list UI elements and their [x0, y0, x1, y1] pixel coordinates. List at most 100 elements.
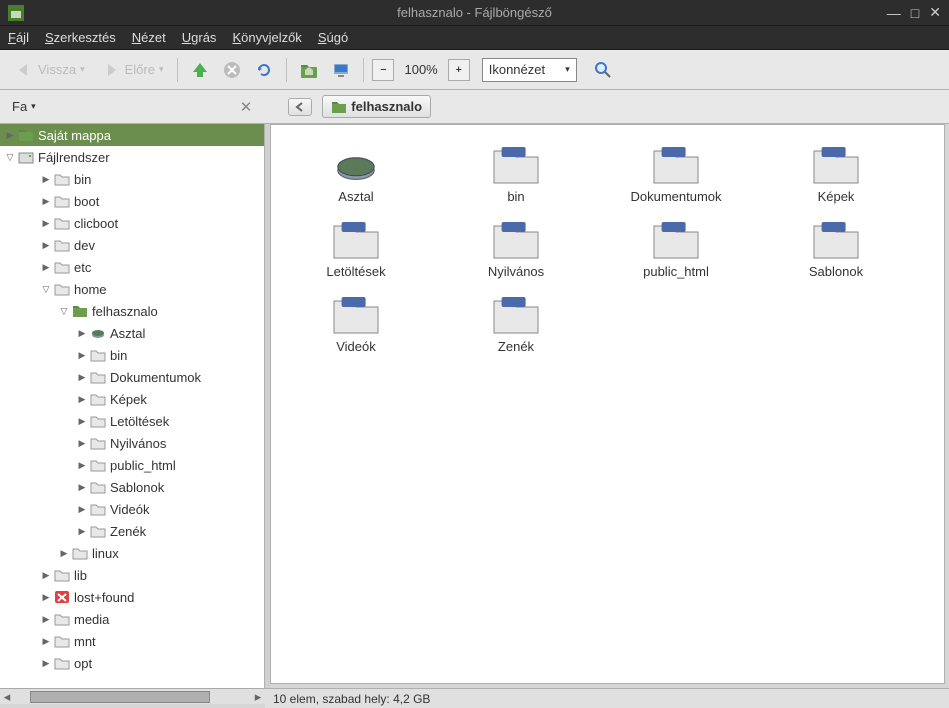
expander-icon[interactable]: ▶: [76, 460, 88, 471]
expander-icon[interactable]: ▶: [40, 614, 52, 625]
computer-button[interactable]: [327, 56, 355, 84]
expander-icon[interactable]: ▶: [76, 482, 88, 493]
tree-item-lostfound[interactable]: ▶lost+found: [0, 586, 264, 608]
file-item[interactable]: Nyilvános: [451, 216, 581, 283]
expander-icon[interactable]: ▶: [76, 438, 88, 449]
tree-item-zenek[interactable]: ▶Zenék: [0, 520, 264, 542]
close-button[interactable]: ✕: [929, 4, 941, 21]
tree-label: lib: [74, 568, 87, 583]
menu-bookmarks[interactable]: Könyvjelzők: [232, 30, 301, 45]
expander-icon[interactable]: ▶: [58, 548, 70, 559]
folder-icon: [812, 220, 860, 260]
expander-icon[interactable]: ▶: [40, 174, 52, 185]
menu-file[interactable]: Fájl: [8, 30, 29, 45]
expander-icon[interactable]: ▶: [40, 218, 52, 229]
search-button[interactable]: [589, 56, 617, 84]
menu-edit[interactable]: Szerkesztés: [45, 30, 116, 45]
sidebar-tree[interactable]: ▶ Saját mappa ▽ Fájlrendszer ▶ bin ▶boot▶c…: [0, 124, 265, 688]
sidebar-mode-button[interactable]: Fa ▾: [8, 97, 40, 116]
expander-icon[interactable]: ▶: [76, 504, 88, 515]
tree-item-dev[interactable]: ▶dev: [0, 234, 264, 256]
icon-view[interactable]: Asztal bin Dokumentumok Képek Letöltések Nyil…: [270, 124, 945, 684]
file-item[interactable]: Sablonok: [771, 216, 901, 283]
forward-button[interactable]: Előre ▾: [95, 56, 170, 84]
menu-view[interactable]: Nézet: [132, 30, 166, 45]
folder-icon: [90, 435, 106, 451]
tree-item-nyilvanos[interactable]: ▶Nyilvános: [0, 432, 264, 454]
back-label: Vissza: [38, 62, 76, 77]
zoom-label: 100%: [396, 62, 445, 77]
menu-go[interactable]: Ugrás: [182, 30, 217, 45]
tree-item-media[interactable]: ▶media: [0, 608, 264, 630]
tree-filesystem[interactable]: ▽ Fájlrendszer: [0, 146, 264, 168]
view-mode-combo[interactable]: Ikonnézet ▾: [482, 58, 577, 82]
expander-icon[interactable]: ▶: [76, 372, 88, 383]
tree-item-public_html[interactable]: ▶public_html: [0, 454, 264, 476]
stop-icon: [222, 60, 242, 80]
expander-icon[interactable]: ▶: [4, 130, 16, 141]
file-item[interactable]: Képek: [771, 141, 901, 208]
expander-icon[interactable]: ▶: [40, 592, 52, 603]
tree-item-dokumentumok[interactable]: ▶Dokumentumok: [0, 366, 264, 388]
file-item[interactable]: Asztal: [291, 141, 421, 208]
expander-icon[interactable]: ▶: [76, 350, 88, 361]
expander-icon[interactable]: ▶: [76, 328, 88, 339]
home-folder-icon: [331, 100, 347, 114]
expander-icon[interactable]: ▶: [76, 394, 88, 405]
tree-item-letoltesek[interactable]: ▶Letöltések: [0, 410, 264, 432]
tree-item-etc[interactable]: ▶etc: [0, 256, 264, 278]
path-back-button[interactable]: [288, 98, 312, 116]
tree-label: mnt: [74, 634, 96, 649]
tree-label: bin: [110, 348, 127, 363]
tree-item-opt[interactable]: ▶opt: [0, 652, 264, 674]
tree-item-clicboot[interactable]: ▶clicboot: [0, 212, 264, 234]
file-item[interactable]: Zenék: [451, 291, 581, 358]
tree-item-boot[interactable]: ▶boot: [0, 190, 264, 212]
menu-help[interactable]: Súgó: [318, 30, 348, 45]
folder-icon: [54, 633, 70, 649]
tree-item-bin2[interactable]: ▶ bin: [0, 344, 264, 366]
expander-icon[interactable]: ▶: [76, 416, 88, 427]
tree-item-sablonok[interactable]: ▶Sablonok: [0, 476, 264, 498]
tree-item-videok[interactable]: ▶Videók: [0, 498, 264, 520]
tree-item-kepek[interactable]: ▶Képek: [0, 388, 264, 410]
expander-icon[interactable]: ▶: [40, 262, 52, 273]
stop-button[interactable]: [218, 56, 246, 84]
zoom-out-button[interactable]: −: [372, 59, 394, 81]
sidebar-hscroll[interactable]: ◂ ▸: [0, 688, 265, 704]
folder-icon: [90, 391, 106, 407]
home-button[interactable]: [295, 56, 323, 84]
path-segment-current[interactable]: felhasznalo: [322, 95, 431, 118]
tree-home[interactable]: ▶ Saját mappa: [0, 124, 264, 146]
expander-icon[interactable]: ▽: [40, 284, 52, 295]
expander-icon[interactable]: ▽: [4, 152, 16, 163]
refresh-button[interactable]: [250, 56, 278, 84]
back-button[interactable]: Vissza ▾: [8, 56, 91, 84]
tree-item-mnt[interactable]: ▶ mnt: [0, 630, 264, 652]
maximize-button[interactable]: □: [911, 5, 919, 21]
tree-item-asztal[interactable]: ▶ Asztal: [0, 322, 264, 344]
tree-item-bin[interactable]: ▶bin: [0, 168, 264, 190]
folder-icon: [812, 145, 860, 185]
expander-icon[interactable]: ▽: [58, 306, 70, 317]
tree-item-linux[interactable]: ▶linux: [0, 542, 264, 564]
expander-icon[interactable]: ▶: [40, 570, 52, 581]
tree-label: Asztal: [110, 326, 145, 341]
minimize-button[interactable]: —: [887, 5, 901, 21]
expander-icon[interactable]: ▶: [40, 196, 52, 207]
expander-icon[interactable]: ▶: [40, 636, 52, 647]
expander-icon[interactable]: ▶: [76, 526, 88, 537]
up-button[interactable]: [186, 56, 214, 84]
zoom-in-button[interactable]: +: [448, 59, 470, 81]
close-sidebar-button[interactable]: ✕: [240, 98, 253, 116]
file-item[interactable]: public_html: [611, 216, 741, 283]
tree-item-lib[interactable]: ▶ lib: [0, 564, 264, 586]
tree-item-home_dir[interactable]: ▽home: [0, 278, 264, 300]
file-item[interactable]: Videók: [291, 291, 421, 358]
expander-icon[interactable]: ▶: [40, 240, 52, 251]
file-item[interactable]: Dokumentumok: [611, 141, 741, 208]
file-item[interactable]: Letöltések: [291, 216, 421, 283]
tree-item-felhasznalo[interactable]: ▽felhasznalo: [0, 300, 264, 322]
expander-icon[interactable]: ▶: [40, 658, 52, 669]
file-item[interactable]: bin: [451, 141, 581, 208]
